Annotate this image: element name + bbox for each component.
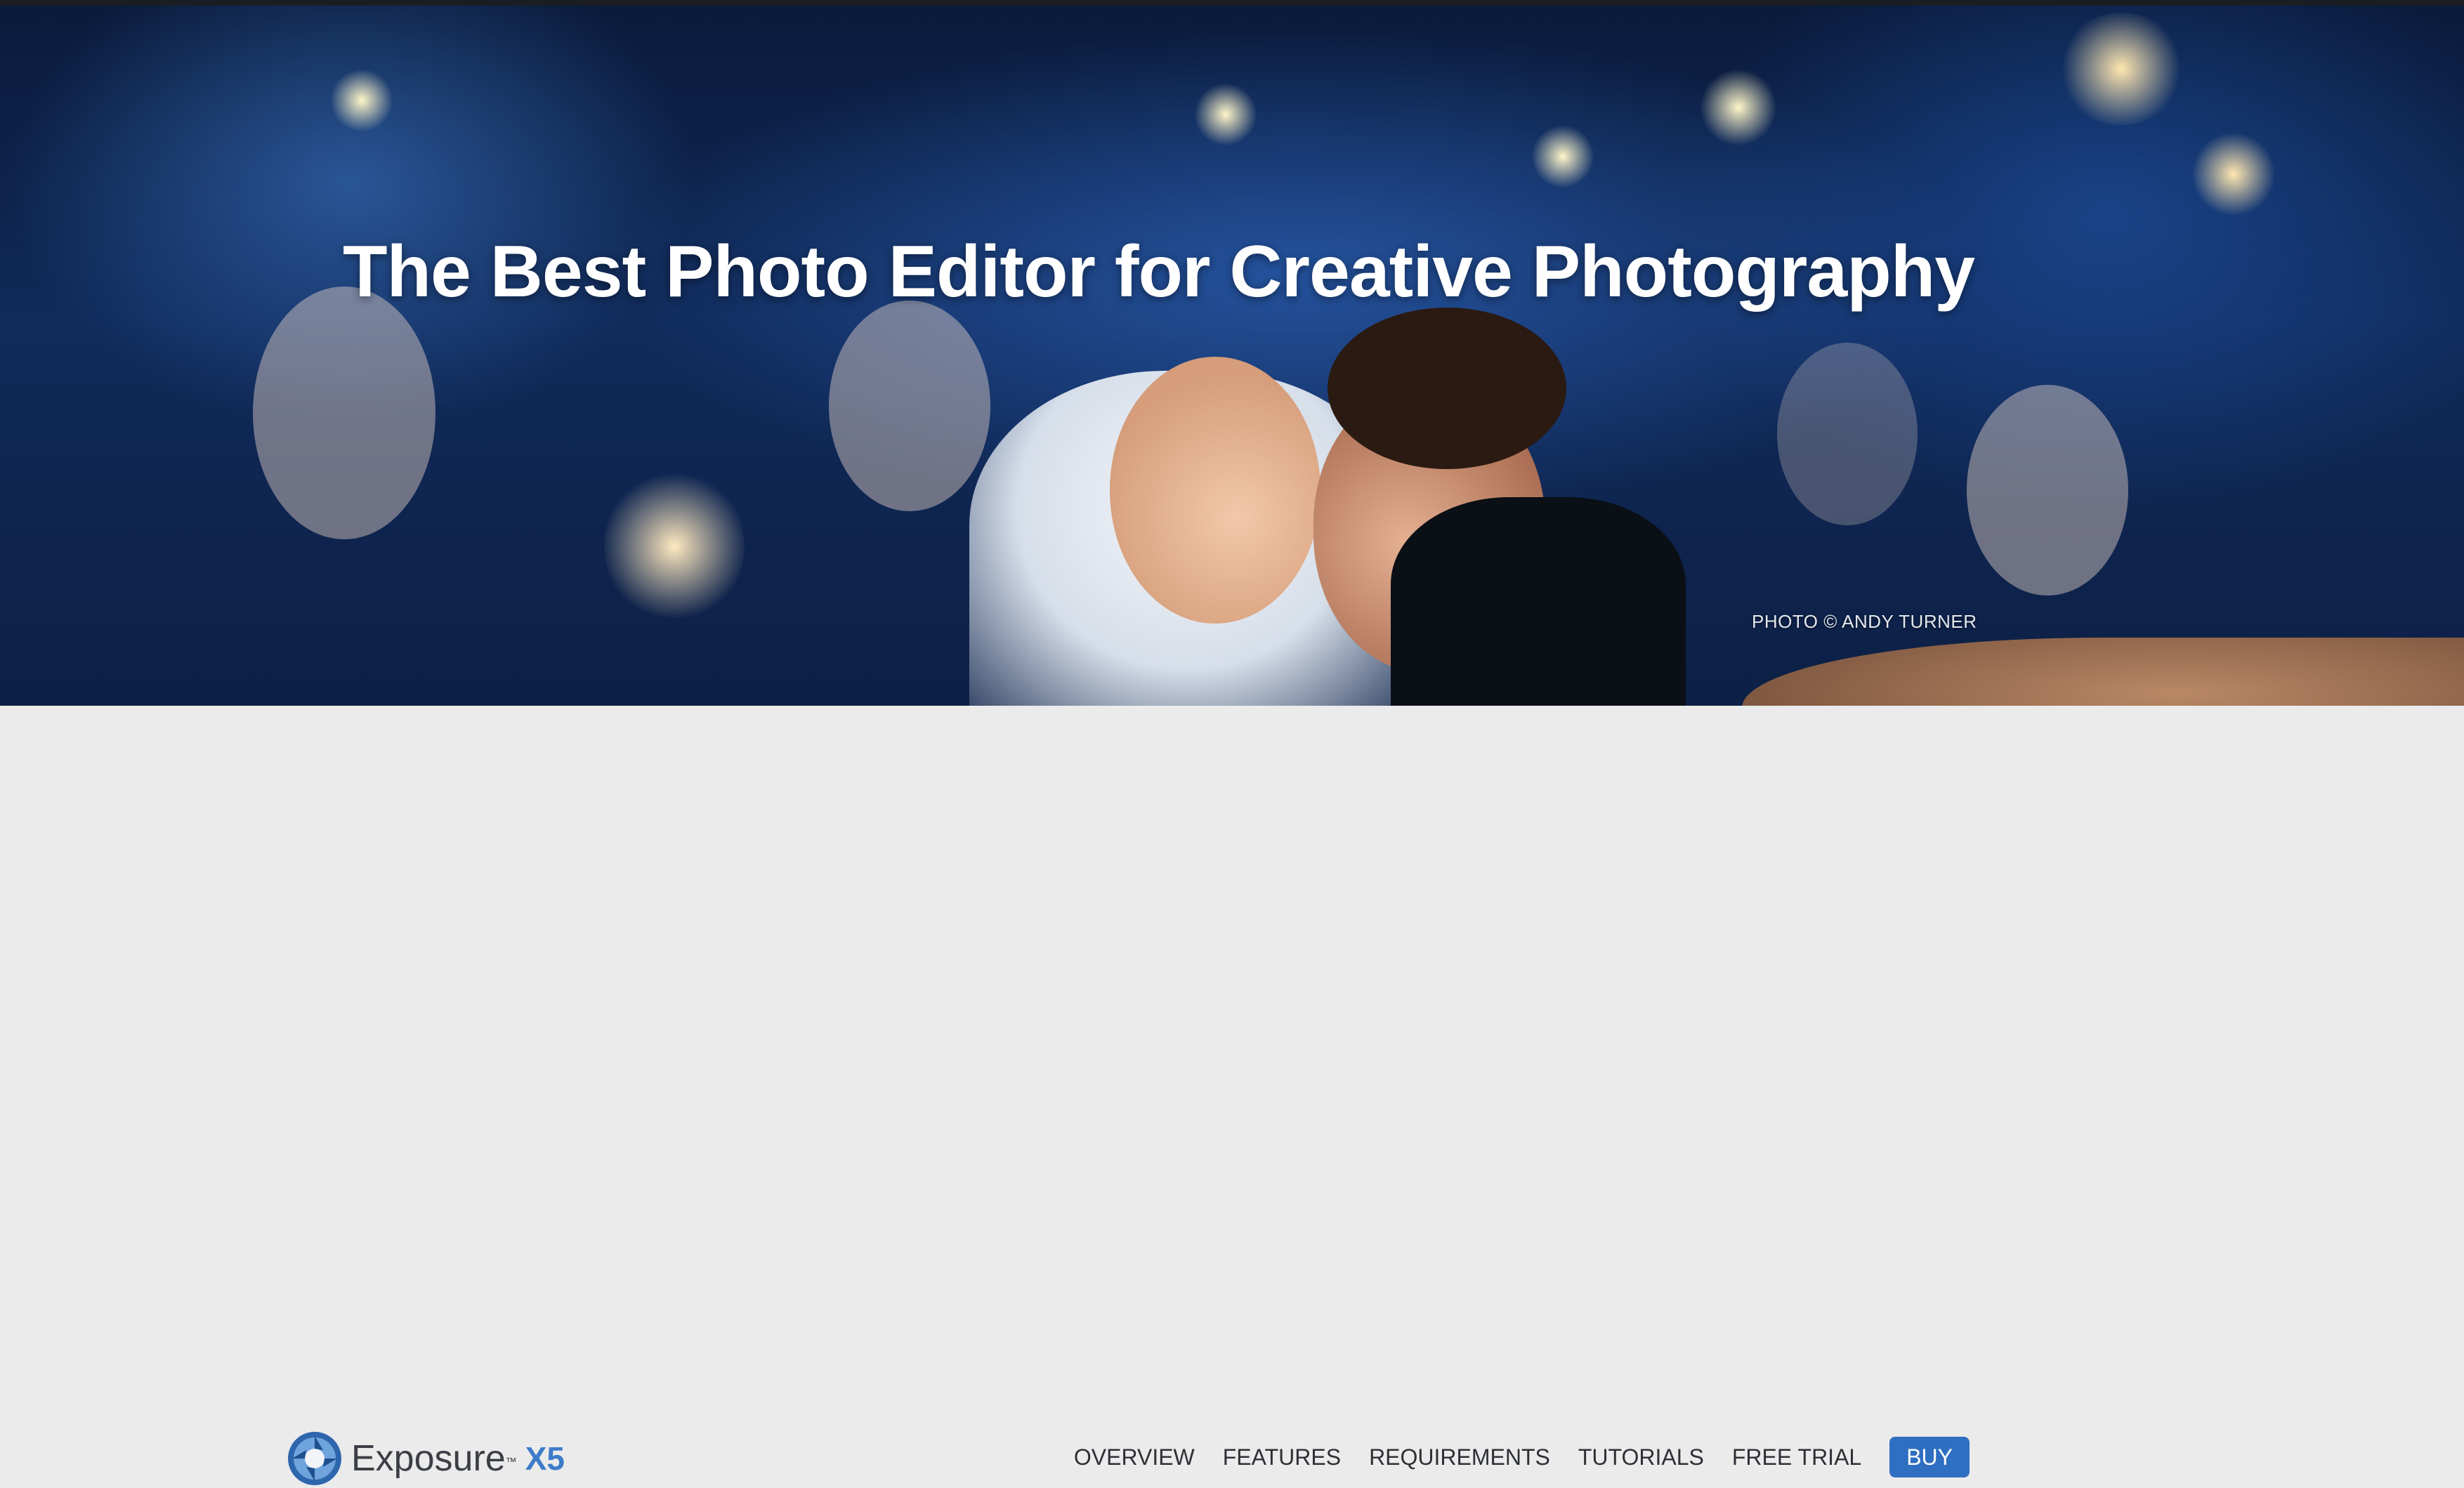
sparkler-glow: [2191, 132, 2276, 216]
bride: [1110, 357, 1321, 624]
sparkler-glow: [604, 469, 745, 624]
aperture-icon: [288, 1432, 341, 1485]
main-nav: OVERVIEW FEATURES REQUIREMENTS TUTORIALS…: [1074, 1436, 1970, 1478]
logo-version: X5: [525, 1440, 565, 1477]
buy-button[interactable]: BUY: [1889, 1437, 1970, 1477]
guest-right: [1967, 385, 2128, 595]
guest-far-right: [1777, 343, 1918, 525]
nav-overview[interactable]: OVERVIEW: [1074, 1444, 1195, 1470]
guest-center-left: [829, 301, 990, 511]
sparkler-glow: [1531, 125, 1594, 188]
hero-title: The Best Photo Editor for Creative Photo…: [343, 231, 1975, 312]
sparkler-glow: [1194, 83, 1257, 146]
guest-left: [253, 287, 435, 539]
nav-requirements[interactable]: REQUIREMENTS: [1369, 1444, 1550, 1470]
logo-name: Exposure: [351, 1438, 506, 1479]
sparkler-glow: [2058, 13, 2184, 125]
sparkler-glow: [330, 69, 393, 132]
nav-features[interactable]: FEATURES: [1223, 1444, 1341, 1470]
nav-bar: Exposure ™ X5 OVERVIEW FEATURES REQUIREM…: [0, 706, 2464, 1485]
nav-free-trial[interactable]: FREE TRIAL: [1732, 1444, 1861, 1470]
foreground-hand: [1742, 638, 2464, 706]
exposure-logo[interactable]: Exposure ™ X5: [287, 1429, 565, 1488]
nav-tutorials[interactable]: TUTORIALS: [1578, 1444, 1704, 1470]
top-border: [0, 0, 2464, 6]
logo-trademark: ™: [505, 1456, 517, 1468]
hero-banner: The Best Photo Editor for Creative Photo…: [0, 6, 2464, 706]
groom-hair: [1328, 308, 1566, 469]
sparkler-glow: [1700, 69, 1777, 146]
groom-suit: [1391, 497, 1686, 706]
photo-credit: PHOTO © ANDY TURNER: [1752, 611, 1977, 632]
